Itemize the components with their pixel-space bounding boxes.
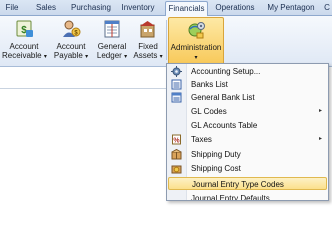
menu-item-gl-accounts-table[interactable]: GL Accounts Table (168, 119, 327, 132)
administration-icon (186, 20, 206, 40)
tab-financials[interactable]: Financials (165, 1, 208, 16)
shipping-duty-icon (171, 148, 182, 160)
general-ledger-label-2: Ledger (96, 51, 122, 60)
bank-list-icon (171, 79, 182, 90)
account-payable-icon: $ (61, 19, 81, 39)
menu-item-label: General Bank List (191, 93, 255, 102)
divider (0, 88, 166, 89)
ribbon-panel: $ Account Receivable ▾ $ Account Payable… (0, 16, 332, 67)
menu-item-label: Taxes (191, 135, 212, 144)
account-receivable-label-1: Account (9, 42, 39, 51)
menu-item-label: Shipping Cost (191, 164, 241, 173)
shipping-cost-icon (171, 163, 182, 174)
fixed-assets-icon (138, 19, 158, 39)
administration-menu: Accounting Setup... Banks List General B… (166, 63, 329, 201)
menu-item-taxes[interactable]: % Taxes ▸ (168, 133, 327, 146)
tab-my-pentagon[interactable]: My Pentagon (266, 1, 316, 15)
menu-item-journal-entry-defaults[interactable]: Journal Entry Defaults (168, 192, 327, 201)
menu-item-label: Shipping Duty (191, 150, 241, 159)
administration-button[interactable]: Administration ▾ (168, 17, 224, 65)
account-receivable-label-2: Receivable (2, 51, 42, 60)
general-bank-list-icon (171, 92, 182, 103)
general-ledger-button[interactable]: General Ledger ▾ (94, 17, 130, 65)
dropdown-arrow-icon: ▾ (124, 54, 128, 60)
submenu-arrow-icon: ▸ (318, 136, 322, 142)
general-ledger-label-1: General (97, 42, 127, 51)
menu-item-general-bank-list[interactable]: General Bank List (168, 91, 327, 104)
svg-text:%: % (173, 138, 180, 145)
submenu-arrow-icon: ▸ (318, 108, 322, 114)
menu-item-gl-codes[interactable]: GL Codes ▸ (168, 105, 327, 118)
menu-item-label: Journal Entry Type Codes (192, 180, 284, 189)
dropdown-arrow-icon: ▾ (85, 54, 89, 60)
tab-purchasing[interactable]: Purchasing (70, 1, 112, 15)
account-payable-label-2: Payable (53, 51, 83, 60)
menu-item-label: Accounting Setup... (191, 67, 261, 76)
ribbon-tab-strip: File Sales Purchasing Inventory Financia… (0, 0, 332, 16)
tab-operations[interactable]: Operations (213, 1, 257, 15)
dropdown-arrow-icon: ▾ (159, 54, 163, 60)
fixed-assets-button[interactable]: Fixed Assets ▾ (133, 17, 163, 65)
menu-item-label: GL Accounts Table (191, 121, 258, 130)
menu-item-journal-entry-type-codes[interactable]: Journal Entry Type Codes (168, 177, 327, 190)
fixed-assets-label-1: Fixed (138, 42, 158, 51)
account-payable-button[interactable]: $ Account Payable ▾ (52, 17, 90, 65)
tab-overflow[interactable]: C (322, 1, 332, 15)
gear-icon (171, 66, 182, 77)
menu-item-label: Banks List (191, 80, 228, 89)
account-payable-label-1: Account (56, 42, 86, 51)
menu-item-label: Journal Entry Defaults (191, 194, 270, 201)
dropdown-arrow-icon: ▾ (194, 55, 198, 61)
tab-file[interactable]: File (2, 1, 22, 15)
taxes-icon: % (171, 134, 182, 145)
ribbon-separator (166, 20, 167, 60)
tab-sales[interactable]: Sales (34, 1, 58, 15)
menu-item-shipping-duty[interactable]: Shipping Duty (168, 148, 327, 161)
menu-item-shipping-cost[interactable]: Shipping Cost (168, 162, 327, 175)
account-receivable-icon: $ (14, 19, 34, 39)
menu-item-banks-list[interactable]: Banks List (168, 78, 327, 91)
menu-item-accounting-setup[interactable]: Accounting Setup... (168, 65, 327, 78)
administration-label: Administration (170, 43, 222, 52)
account-receivable-button[interactable]: $ Account Receivable ▾ (2, 17, 47, 65)
menu-item-label: GL Codes (191, 107, 227, 116)
tab-inventory[interactable]: Inventory (120, 1, 156, 15)
general-ledger-icon (102, 19, 122, 39)
fixed-assets-label-2: Assets (133, 51, 158, 60)
dropdown-arrow-icon: ▾ (43, 54, 47, 60)
